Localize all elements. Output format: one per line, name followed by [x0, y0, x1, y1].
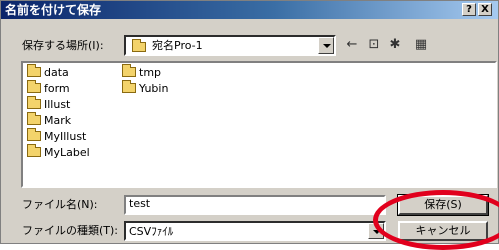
file-type-dropdown[interactable]: CSVﾌｧｲﾙ: [124, 221, 386, 241]
chevron-down-icon[interactable]: [318, 37, 334, 54]
folder-icon: [27, 112, 41, 125]
folder-icon: [27, 80, 41, 93]
list-item[interactable]: data: [27, 64, 69, 79]
save-location-value: 宛名Pro-1: [152, 39, 203, 52]
folder-icon: [27, 144, 41, 157]
folder-icon: [27, 96, 41, 109]
back-icon[interactable]: ←: [345, 38, 359, 52]
list-item[interactable]: MyLabel: [27, 144, 90, 159]
folder-icon: [122, 64, 136, 77]
folder-icon: [27, 64, 41, 77]
save-location-dropdown[interactable]: 宛名Pro-1: [124, 35, 336, 56]
file-name-label: ファイル名(N):: [22, 198, 98, 211]
file-name-input[interactable]: test: [124, 195, 386, 215]
folder-icon: [132, 39, 146, 52]
folder-icon: [27, 128, 41, 141]
list-item[interactable]: form: [27, 80, 70, 95]
title-bar: 名前を付けて保存 ? X: [1, 1, 498, 19]
folder-icon: [122, 80, 136, 93]
file-list[interactable]: data form Illust Mark MyIllust MyLabel t…: [21, 61, 497, 188]
view-menu-icon[interactable]: ▦: [411, 38, 431, 52]
save-as-dialog: 名前を付けて保存 ? X 保存する場所(I): 宛名Pro-1 ← ⊡ ✱ ▦ …: [0, 0, 499, 250]
highlight-circle: [373, 190, 499, 250]
list-item[interactable]: tmp: [122, 64, 161, 79]
list-item[interactable]: Yubin: [122, 80, 168, 95]
help-button[interactable]: ?: [462, 3, 476, 16]
save-location-label: 保存する場所(I):: [22, 39, 104, 52]
list-item[interactable]: Mark: [27, 112, 71, 127]
file-type-label: ファイルの種類(T):: [22, 224, 119, 237]
new-folder-icon[interactable]: ✱: [387, 38, 403, 52]
file-type-value: CSVﾌｧｲﾙ: [129, 225, 174, 238]
dialog-title: 名前を付けて保存: [5, 3, 102, 17]
up-folder-icon[interactable]: ⊡: [367, 38, 381, 52]
close-button[interactable]: X: [478, 3, 492, 16]
list-item[interactable]: Illust: [27, 96, 70, 111]
list-item[interactable]: MyIllust: [27, 128, 86, 143]
